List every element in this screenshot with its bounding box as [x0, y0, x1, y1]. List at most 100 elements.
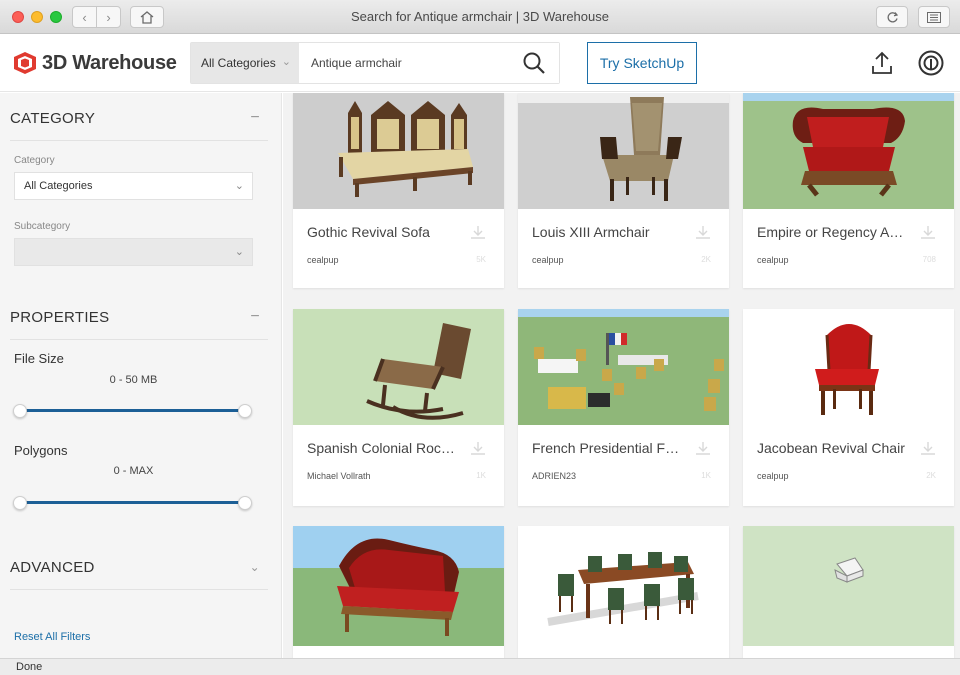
result-card[interactable]: Louis XIII Armchair cealpup 2K — [518, 93, 729, 288]
reader-view-button[interactable] — [918, 6, 950, 28]
reload-button[interactable] — [876, 6, 908, 28]
collapse-icon[interactable]: − — [250, 308, 260, 326]
polygons-min-handle[interactable] — [13, 496, 27, 510]
polygons-max-handle[interactable] — [238, 496, 252, 510]
model-thumbnail[interactable] — [293, 93, 504, 209]
model-thumbnail[interactable] — [743, 526, 954, 646]
model-title[interactable]: Louis XIII Armchair — [532, 224, 682, 240]
download-icon[interactable] — [920, 225, 936, 241]
rocking-chair-preview — [293, 309, 504, 425]
file-size-min-handle[interactable] — [13, 404, 27, 418]
download-icon[interactable] — [695, 441, 711, 457]
empire-armchair-preview — [743, 93, 954, 209]
results-grid: Gothic Revival Sofa cealpup 5K Louis XII… — [283, 93, 960, 658]
chevron-down-icon: ⌄ — [234, 246, 244, 258]
site-header: 3D Warehouse All Categories ⌄ Try Sketch… — [0, 34, 960, 92]
status-bar: Done — [0, 658, 960, 675]
search-input[interactable] — [299, 43, 509, 83]
model-thumbnail[interactable] — [293, 309, 504, 425]
file-size-max-handle[interactable] — [238, 404, 252, 418]
model-title[interactable]: Jacobean Revival Chair — [757, 440, 907, 456]
model-thumbnail[interactable] — [518, 526, 729, 646]
file-size-slider-track[interactable] — [20, 409, 246, 412]
file-size-label: File Size — [14, 351, 64, 366]
upload-icon — [872, 51, 892, 74]
download-count: 2K — [926, 471, 936, 480]
upload-button[interactable] — [869, 50, 895, 76]
result-card[interactable]: Jacobean Revival Chair cealpup 2K — [743, 309, 954, 506]
result-card[interactable] — [743, 526, 954, 658]
search-icon — [523, 52, 545, 74]
subcategory-field-label: Subcategory — [14, 221, 71, 232]
advanced-heading: ADVANCED — [10, 559, 95, 576]
download-icon[interactable] — [470, 441, 486, 457]
polygons-range: 0 - MAX — [113, 465, 154, 477]
search-button[interactable] — [509, 43, 559, 83]
advanced-section-header[interactable]: ADVANCED ⌄ — [10, 546, 268, 590]
model-author[interactable]: ADRIEN23 — [532, 471, 576, 481]
model-author[interactable]: Michael Vollrath — [307, 471, 371, 481]
window-titlebar: ‹ › Search for Antique armchair | 3D War… — [0, 0, 960, 34]
model-title[interactable]: Gothic Revival Sofa — [307, 224, 457, 240]
category-select[interactable]: All Categories ⌄ — [14, 172, 253, 200]
category-heading: CATEGORY — [10, 110, 96, 127]
try-sketchup-button[interactable]: Try SketchUp — [587, 42, 697, 84]
model-author[interactable]: cealpup — [532, 255, 564, 265]
account-button[interactable] — [918, 50, 944, 76]
reader-icon — [927, 11, 941, 23]
filter-sidebar: CATEGORY − Category All Categories ⌄ Sub… — [0, 93, 282, 658]
model-thumbnail[interactable] — [518, 309, 729, 425]
result-card[interactable]: Spanish Colonial Rocking Chair Michael V… — [293, 309, 504, 506]
properties-section-header[interactable]: PROPERTIES − — [10, 296, 268, 340]
model-thumbnail[interactable] — [743, 93, 954, 209]
search-bar: All Categories ⌄ — [190, 42, 560, 84]
red-settee-preview — [293, 526, 504, 646]
download-count: 1K — [701, 471, 711, 480]
dining-set-preview — [518, 526, 729, 646]
result-card[interactable] — [518, 526, 729, 658]
collapse-icon[interactable]: − — [250, 109, 260, 127]
download-count: 2K — [701, 255, 711, 264]
result-card[interactable]: Empire or Regency Armchair cealpup 708 — [743, 93, 954, 288]
model-thumbnail[interactable] — [293, 526, 504, 646]
result-card[interactable] — [293, 526, 504, 658]
chevron-down-icon: ⌄ — [281, 56, 291, 68]
download-icon[interactable] — [920, 441, 936, 457]
download-count: 1K — [476, 471, 486, 480]
gothic-sofa-preview — [293, 93, 504, 209]
result-card[interactable]: French Presidential Furniture ADRIEN23 1… — [518, 309, 729, 506]
subcategory-select[interactable]: ⌄ — [14, 238, 253, 266]
file-size-range: 0 - 50 MB — [109, 374, 158, 386]
reset-filters-link[interactable]: Reset All Filters — [14, 631, 90, 643]
download-icon[interactable] — [695, 225, 711, 241]
download-icon[interactable] — [470, 225, 486, 241]
model-title[interactable]: French Presidential Furniture — [532, 440, 682, 456]
window-title: Search for Antique armchair | 3D Warehou… — [351, 9, 609, 24]
model-thumbnail[interactable] — [743, 309, 954, 425]
model-author[interactable]: cealpup — [307, 255, 339, 265]
reload-icon — [887, 11, 898, 22]
logo-text: 3D Warehouse — [42, 51, 177, 74]
site-logo[interactable]: 3D Warehouse — [12, 51, 177, 75]
model-author[interactable]: cealpup — [757, 471, 789, 481]
category-section-header[interactable]: CATEGORY − — [10, 97, 268, 141]
category-select-value: All Categories — [24, 180, 93, 192]
download-count: 708 — [922, 255, 936, 264]
user-account-icon — [918, 50, 944, 76]
result-card[interactable]: Gothic Revival Sofa cealpup 5K — [293, 93, 504, 288]
model-thumbnail[interactable] — [518, 93, 729, 209]
chevron-down-icon: ⌄ — [234, 180, 244, 192]
model-title[interactable]: Empire or Regency Armchair — [757, 224, 907, 240]
category-field-label: Category — [14, 155, 55, 166]
polygons-label: Polygons — [14, 443, 68, 458]
warehouse-logo-icon — [14, 52, 36, 74]
download-count: 5K — [476, 255, 486, 264]
chevron-down-icon[interactable]: ⌄ — [250, 560, 260, 574]
jacobean-chair-preview — [743, 309, 954, 425]
small-armchair-preview — [743, 526, 954, 646]
polygons-slider-track[interactable] — [20, 501, 246, 504]
model-author[interactable]: cealpup — [757, 255, 789, 265]
category-dropdown[interactable]: All Categories ⌄ — [191, 43, 299, 83]
status-text: Done — [16, 661, 43, 673]
model-title[interactable]: Spanish Colonial Rocking Chair — [307, 440, 457, 456]
